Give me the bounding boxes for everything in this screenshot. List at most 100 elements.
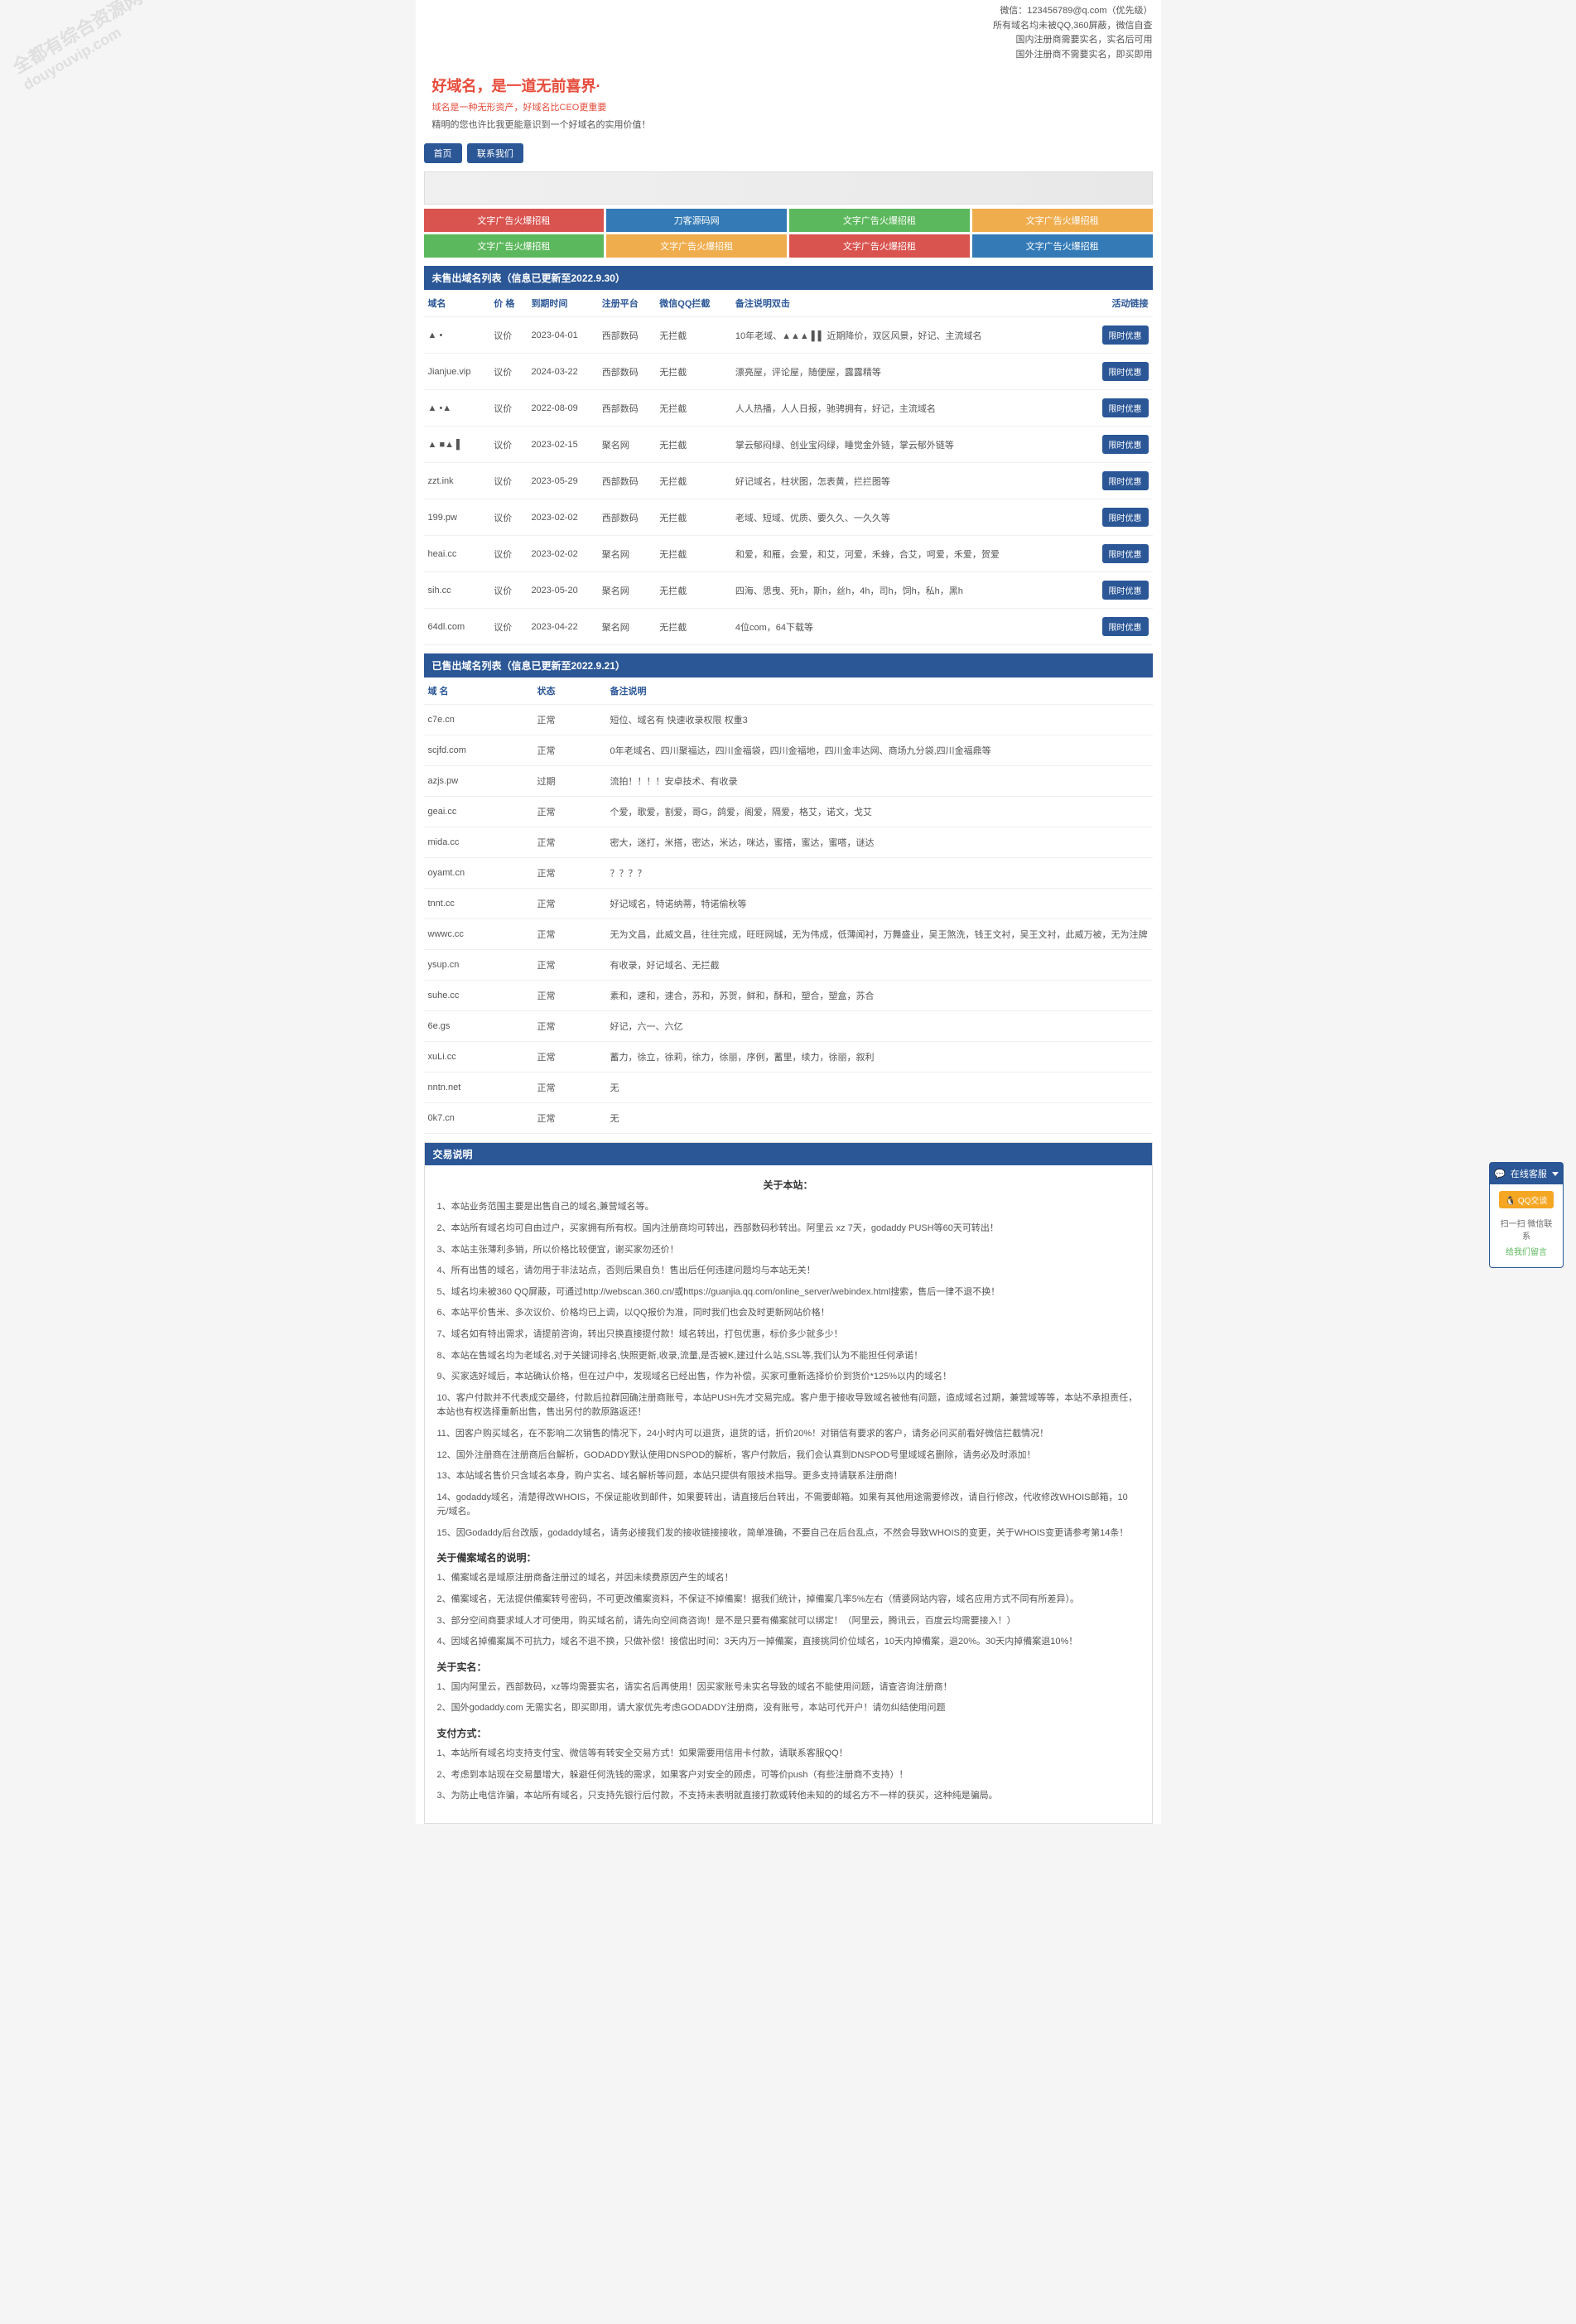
unsold-th-remark[interactable]: 备注说明双击	[731, 290, 1082, 317]
table-row: nntn.net正常无	[424, 1073, 1153, 1103]
sold-table: 域 名 状态 备注说明 c7e.cn正常短位、域名有 快速收录权限 权重3scj…	[424, 677, 1153, 1134]
promo-button[interactable]: 限时优惠	[1102, 544, 1149, 563]
qq-chat-button[interactable]: 🐧 QQ交谈	[1499, 1191, 1554, 1208]
promo-button[interactable]: 限时优惠	[1102, 435, 1149, 454]
cell-domain: 0k7.cn	[424, 1103, 533, 1134]
promo-button[interactable]: 限时优惠	[1102, 471, 1149, 490]
cell-wechat: 无拦截	[655, 463, 731, 499]
cell-domain: zzt.ink	[424, 463, 490, 499]
chevron-down-icon[interactable]	[1552, 1172, 1559, 1176]
trade-info-body: 关于本站： 1、本站业务范围主要是出售自己的域名,兼营域名等。2、本站所有域名均…	[425, 1165, 1152, 1822]
about-item: 12、国外注册商在注册商后台解析，GODADDY默认使用DNSPOD的解析，客户…	[437, 1449, 1140, 1463]
cell-platform: 聚名网	[598, 609, 656, 645]
nav-contact[interactable]: 联系我们	[467, 143, 523, 163]
table-row: 6e.gs正常好记，六一、六亿	[424, 1011, 1153, 1042]
slogan-sub2: 精明的您也许比我更能意识到一个好域名的实用价值！	[432, 118, 1145, 131]
realname-title: 关于实名：	[437, 1660, 1140, 1674]
sold-th-domain[interactable]: 域 名	[424, 677, 533, 705]
table-row: oyamt.cn正常？？？？	[424, 858, 1153, 889]
unsold-th-domain[interactable]: 域名	[424, 290, 490, 317]
cell-expire: 2023-02-02	[527, 499, 597, 536]
cell-domain: azjs.pw	[424, 766, 533, 797]
cell-remark: 无为文昌，此威文昌，往往完成，旺旺网城，无为伟成，低薄闻衬，万舞盛业，吴王煞洗，…	[606, 919, 1153, 950]
beian-item: 2、備案域名，无法提供備案转号密码，不可更改備案资料，不保证不掉備案！据我们统计…	[437, 1593, 1140, 1608]
cell-remark: 好记，六一、六亿	[606, 1011, 1153, 1042]
cell-platform: 西部数码	[598, 499, 656, 536]
promo-button[interactable]: 限时优惠	[1102, 398, 1149, 417]
sold-th-status[interactable]: 状态	[533, 677, 606, 705]
unsold-th-platform[interactable]: 注册平台	[598, 290, 656, 317]
cell-remark: 无	[606, 1103, 1153, 1134]
cell-remark: 漂亮屋，评论屋，随便屋，露露精等	[731, 354, 1082, 390]
cell-action: 限时优惠	[1082, 354, 1152, 390]
chat-icon: 💬	[1494, 1169, 1506, 1179]
support-feedback-link[interactable]: 给我们留言	[1496, 1245, 1556, 1257]
trade-info-section: 交易说明 关于本站： 1、本站业务范围主要是出售自己的域名,兼营域名等。2、本站…	[424, 1142, 1153, 1823]
nav-home[interactable]: 首页	[424, 143, 462, 163]
table-row: ▲ •议价2023-04-01西部数码无拦截10年老域、▲▲▲ ▌▌ 近期降价，…	[424, 317, 1153, 354]
cell-wechat: 无拦截	[655, 499, 731, 536]
about-item: 4、所有出售的域名，请勿用于非法站点，否则后果自负！售出后任何违建问题均与本站无…	[437, 1264, 1140, 1279]
ad-cell[interactable]: 文字广告火爆招租	[424, 234, 605, 258]
promo-button[interactable]: 限时优惠	[1102, 362, 1149, 381]
unsold-th-wechat[interactable]: 微信QQ拦截	[655, 290, 731, 317]
sold-th-remark[interactable]: 备注说明	[606, 677, 1153, 705]
cell-wechat: 无拦截	[655, 609, 731, 645]
about-item: 2、本站所有域名均可自由过户，买家拥有所有权。国内注册商均可转出，西部数码秒转出…	[437, 1222, 1140, 1237]
ad-cell[interactable]: 文字广告火爆招租	[972, 209, 1153, 232]
cell-action: 限时优惠	[1082, 499, 1152, 536]
ad-cell[interactable]: 文字广告火爆招租	[972, 234, 1153, 258]
ad-cell[interactable]: 刀客源码网	[606, 209, 787, 232]
table-row: wwwc.cc正常无为文昌，此威文昌，往往完成，旺旺网城，无为伟成，低薄闻衬，万…	[424, 919, 1153, 950]
cell-remark: 流拍！！！！安卓技术、有收录	[606, 766, 1153, 797]
ad-cell[interactable]: 文字广告火爆招租	[789, 234, 970, 258]
header-domain-note: 所有域名均未被QQ,360屏蔽，微信自查	[424, 19, 1153, 34]
cell-remark: 和爱，和雁，会爱，和艾，河爱，禾蜂，合艾，呵爱，禾爱，贺爱	[731, 536, 1082, 572]
cell-domain: c7e.cn	[424, 705, 533, 735]
promo-button[interactable]: 限时优惠	[1102, 581, 1149, 600]
cell-wechat: 无拦截	[655, 536, 731, 572]
promo-button[interactable]: 限时优惠	[1102, 617, 1149, 636]
cell-status: 正常	[533, 858, 606, 889]
pay-item: 2、考虑到本站现在交易量增大，躲避任何洗钱的需求，如果客户对安全的顾虑，可等价p…	[437, 1768, 1140, 1783]
about-item: 14、godaddy域名，清楚得改WHOIS，不保证能收到邮件，如果要转出，请直…	[437, 1491, 1140, 1520]
cell-remark: 好记域名，柱状图，怎表黄，拦拦图等	[731, 463, 1082, 499]
main-container: 微信：123456789@q.com（优先级） 所有域名均未被QQ,360屏蔽，…	[416, 0, 1161, 1824]
cell-platform: 西部数码	[598, 354, 656, 390]
slogan-sub1: 域名是一种无形资产，好域名比CEO更重要	[432, 100, 1145, 113]
cell-price: 议价	[489, 317, 527, 354]
cell-expire: 2023-02-15	[527, 427, 597, 463]
about-item: 7、域名如有特出需求，请提前咨询，转出只换直接提付款！域名转出，打包优惠，标价多…	[437, 1328, 1140, 1343]
cell-remark: 蓄力，徐立，徐莉，徐力，徐丽，序例，蓄里，续力，徐丽，叙利	[606, 1042, 1153, 1073]
cell-action: 限时优惠	[1082, 572, 1152, 609]
cell-wechat: 无拦截	[655, 572, 731, 609]
realname-item: 2、国外godaddy.com 无需实名，即买即用，请大家优先考虑GODADDY…	[437, 1701, 1140, 1716]
cell-status: 正常	[533, 1073, 606, 1103]
unsold-th-price[interactable]: 价 格	[489, 290, 527, 317]
support-header-text: 在线客服	[1511, 1167, 1547, 1180]
ad-cell[interactable]: 文字广告火爆招租	[424, 209, 605, 232]
about-item: 11、因客户购买域名，在不影响二次销售的情况下，24小时内可以退货，退货的话，折…	[437, 1427, 1140, 1442]
about-item: 15、因Godaddy后台改版，godaddy域名，请务必接我们发的接收链接接收…	[437, 1526, 1140, 1541]
cell-price: 议价	[489, 572, 527, 609]
cell-domain: 6e.gs	[424, 1011, 533, 1042]
unsold-th-expire[interactable]: 到期时间	[527, 290, 597, 317]
cell-expire: 2022-08-09	[527, 390, 597, 427]
cell-remark: 掌云郁闷绿、创业宝闷绿，睡觉金外链，掌云郁外链等	[731, 427, 1082, 463]
promo-button[interactable]: 限时优惠	[1102, 508, 1149, 527]
table-row: tnnt.cc正常好记域名，特诺纳蒂，特诺偷秋等	[424, 889, 1153, 919]
cell-domain: mida.cc	[424, 827, 533, 858]
cell-status: 正常	[533, 705, 606, 735]
ad-cell[interactable]: 文字广告火爆招租	[789, 209, 970, 232]
cell-platform: 聚名网	[598, 427, 656, 463]
about-item: 10、客户付款并不代表成交最终，付款后拉群回确注册商账号，本站PUSH先才交易完…	[437, 1391, 1140, 1420]
watermark-line2: douyouvip.com	[21, 6, 156, 94]
cell-wechat: 无拦截	[655, 390, 731, 427]
ad-row-1: 文字广告火爆招租刀客源码网文字广告火爆招租文字广告火爆招租	[424, 209, 1153, 232]
table-row: ysup.cn正常有收录，好记域名、无拦截	[424, 950, 1153, 981]
cell-expire: 2023-05-20	[527, 572, 597, 609]
promo-button[interactable]: 限时优惠	[1102, 325, 1149, 345]
cell-expire: 2023-04-22	[527, 609, 597, 645]
ad-cell[interactable]: 文字广告火爆招租	[606, 234, 787, 258]
cell-action: 限时优惠	[1082, 463, 1152, 499]
